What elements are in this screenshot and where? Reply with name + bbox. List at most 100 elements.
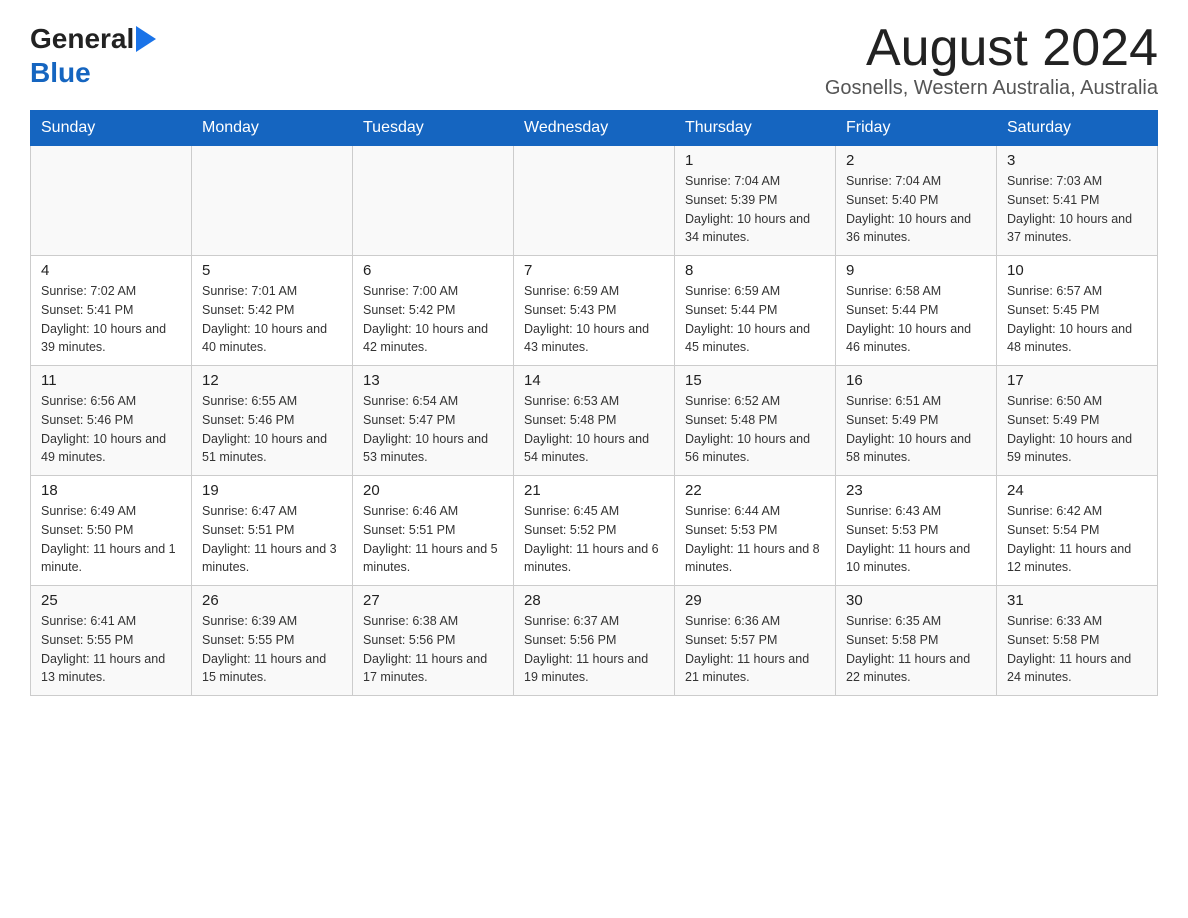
calendar-cell: 28 Sunrise: 6:37 AMSunset: 5:56 PMDayligh… — [514, 586, 675, 696]
sun-info: Sunrise: 7:02 AMSunset: 5:41 PMDaylight:… — [41, 282, 181, 357]
sun-info: Sunrise: 6:44 AMSunset: 5:53 PMDaylight:… — [685, 502, 825, 577]
calendar-week-row: 11 Sunrise: 6:56 AMSunset: 5:46 PMDayligh… — [31, 366, 1158, 476]
calendar-cell: 16 Sunrise: 6:51 AMSunset: 5:49 PMDayligh… — [836, 366, 997, 476]
sun-info: Sunrise: 7:04 AMSunset: 5:39 PMDaylight:… — [685, 172, 825, 247]
day-number: 6 — [363, 262, 503, 279]
sun-info: Sunrise: 7:00 AMSunset: 5:42 PMDaylight:… — [363, 282, 503, 357]
calendar-cell: 19 Sunrise: 6:47 AMSunset: 5:51 PMDayligh… — [192, 476, 353, 586]
day-number: 24 — [1007, 482, 1147, 499]
sun-info: Sunrise: 6:46 AMSunset: 5:51 PMDaylight:… — [363, 502, 503, 577]
day-number: 3 — [1007, 152, 1147, 169]
sun-info: Sunrise: 6:43 AMSunset: 5:53 PMDaylight:… — [846, 502, 986, 577]
day-number: 4 — [41, 262, 181, 279]
day-number: 9 — [846, 262, 986, 279]
calendar-cell: 7 Sunrise: 6:59 AMSunset: 5:43 PMDaylight… — [514, 256, 675, 366]
day-number: 8 — [685, 262, 825, 279]
calendar-week-row: 1Sunrise: 7:04 AMSunset: 5:39 PMDaylight… — [31, 146, 1158, 256]
sun-info: Sunrise: 6:57 AMSunset: 5:45 PMDaylight:… — [1007, 282, 1147, 357]
calendar-table: Sunday Monday Tuesday Wednesday Thursday… — [30, 110, 1158, 696]
day-number: 29 — [685, 592, 825, 609]
sun-info: Sunrise: 6:52 AMSunset: 5:48 PMDaylight:… — [685, 392, 825, 467]
calendar-cell: 4 Sunrise: 7:02 AMSunset: 5:41 PMDaylight… — [31, 256, 192, 366]
sun-info: Sunrise: 6:38 AMSunset: 5:56 PMDaylight:… — [363, 612, 503, 687]
calendar-week-row: 25 Sunrise: 6:41 AMSunset: 5:55 PMDayligh… — [31, 586, 1158, 696]
sun-info: Sunrise: 6:54 AMSunset: 5:47 PMDaylight:… — [363, 392, 503, 467]
sun-info: Sunrise: 6:58 AMSunset: 5:44 PMDaylight:… — [846, 282, 986, 357]
day-number: 28 — [524, 592, 664, 609]
calendar-cell: 11 Sunrise: 6:56 AMSunset: 5:46 PMDayligh… — [31, 366, 192, 476]
calendar-cell: 6 Sunrise: 7:00 AMSunset: 5:42 PMDaylight… — [353, 256, 514, 366]
calendar-cell: 15 Sunrise: 6:52 AMSunset: 5:48 PMDayligh… — [675, 366, 836, 476]
calendar-cell: 25 Sunrise: 6:41 AMSunset: 5:55 PMDayligh… — [31, 586, 192, 696]
sun-info: Sunrise: 6:39 AMSunset: 5:55 PMDaylight:… — [202, 612, 342, 687]
sun-info: Sunrise: 6:49 AMSunset: 5:50 PMDaylight:… — [41, 502, 181, 577]
day-number: 15 — [685, 372, 825, 389]
day-number: 12 — [202, 372, 342, 389]
calendar-cell — [353, 146, 514, 256]
sun-info: Sunrise: 6:47 AMSunset: 5:51 PMDaylight:… — [202, 502, 342, 577]
sun-info: Sunrise: 6:41 AMSunset: 5:55 PMDaylight:… — [41, 612, 181, 687]
calendar-cell: 22 Sunrise: 6:44 AMSunset: 5:53 PMDayligh… — [675, 476, 836, 586]
calendar-cell: 18 Sunrise: 6:49 AMSunset: 5:50 PMDayligh… — [31, 476, 192, 586]
sun-info: Sunrise: 6:36 AMSunset: 5:57 PMDaylight:… — [685, 612, 825, 687]
day-number: 17 — [1007, 372, 1147, 389]
calendar-cell: 24 Sunrise: 6:42 AMSunset: 5:54 PMDayligh… — [997, 476, 1158, 586]
day-number: 20 — [363, 482, 503, 499]
calendar-cell: 8Sunrise: 6:59 AMSunset: 5:44 PMDaylight… — [675, 256, 836, 366]
col-tuesday: Tuesday — [353, 111, 514, 146]
day-number: 16 — [846, 372, 986, 389]
day-number: 22 — [685, 482, 825, 499]
day-number: 18 — [41, 482, 181, 499]
col-thursday: Thursday — [675, 111, 836, 146]
day-number: 27 — [363, 592, 503, 609]
day-number: 11 — [41, 372, 181, 389]
calendar-cell: 23 Sunrise: 6:43 AMSunset: 5:53 PMDayligh… — [836, 476, 997, 586]
day-number: 10 — [1007, 262, 1147, 279]
col-saturday: Saturday — [997, 111, 1158, 146]
calendar-week-row: 18 Sunrise: 6:49 AMSunset: 5:50 PMDayligh… — [31, 476, 1158, 586]
sun-info: Sunrise: 7:04 AMSunset: 5:40 PMDaylight:… — [846, 172, 986, 247]
day-number: 14 — [524, 372, 664, 389]
calendar-cell: 13Sunrise: 6:54 AMSunset: 5:47 PMDayligh… — [353, 366, 514, 476]
day-number: 25 — [41, 592, 181, 609]
calendar-cell — [192, 146, 353, 256]
calendar-cell: 17 Sunrise: 6:50 AMSunset: 5:49 PMDayligh… — [997, 366, 1158, 476]
sun-info: Sunrise: 6:45 AMSunset: 5:52 PMDaylight:… — [524, 502, 664, 577]
sun-info: Sunrise: 7:03 AMSunset: 5:41 PMDaylight:… — [1007, 172, 1147, 247]
sun-info: Sunrise: 6:59 AMSunset: 5:43 PMDaylight:… — [524, 282, 664, 357]
page-subtitle: Gosnells, Western Australia, Australia — [825, 77, 1158, 100]
day-number: 26 — [202, 592, 342, 609]
sun-info: Sunrise: 6:55 AMSunset: 5:46 PMDaylight:… — [202, 392, 342, 467]
page-header: General Blue August 2024 Gosnells, Weste… — [30, 20, 1158, 100]
sun-info: Sunrise: 6:53 AMSunset: 5:48 PMDaylight:… — [524, 392, 664, 467]
day-number: 19 — [202, 482, 342, 499]
calendar-cell — [514, 146, 675, 256]
calendar-cell: 30 Sunrise: 6:35 AMSunset: 5:58 PMDayligh… — [836, 586, 997, 696]
title-block: August 2024 Gosnells, Western Australia,… — [825, 20, 1158, 100]
sun-info: Sunrise: 6:42 AMSunset: 5:54 PMDaylight:… — [1007, 502, 1147, 577]
day-number: 31 — [1007, 592, 1147, 609]
day-number: 2 — [846, 152, 986, 169]
day-number: 23 — [846, 482, 986, 499]
page-title: August 2024 — [825, 20, 1158, 77]
calendar-cell: 5Sunrise: 7:01 AMSunset: 5:42 PMDaylight… — [192, 256, 353, 366]
col-sunday: Sunday — [31, 111, 192, 146]
day-number: 5 — [202, 262, 342, 279]
calendar-cell: 9 Sunrise: 6:58 AMSunset: 5:44 PMDaylight… — [836, 256, 997, 366]
col-wednesday: Wednesday — [514, 111, 675, 146]
calendar-cell: 21 Sunrise: 6:45 AMSunset: 5:52 PMDayligh… — [514, 476, 675, 586]
logo-blue: Blue — [30, 57, 91, 88]
sun-info: Sunrise: 6:33 AMSunset: 5:58 PMDaylight:… — [1007, 612, 1147, 687]
col-monday: Monday — [192, 111, 353, 146]
day-number: 21 — [524, 482, 664, 499]
sun-info: Sunrise: 6:51 AMSunset: 5:49 PMDaylight:… — [846, 392, 986, 467]
day-number: 30 — [846, 592, 986, 609]
calendar-cell: 20 Sunrise: 6:46 AMSunset: 5:51 PMDayligh… — [353, 476, 514, 586]
calendar-cell: 26 Sunrise: 6:39 AMSunset: 5:55 PMDayligh… — [192, 586, 353, 696]
day-number: 7 — [524, 262, 664, 279]
sun-info: Sunrise: 6:37 AMSunset: 5:56 PMDaylight:… — [524, 612, 664, 687]
calendar-week-row: 4 Sunrise: 7:02 AMSunset: 5:41 PMDaylight… — [31, 256, 1158, 366]
sun-info: Sunrise: 6:50 AMSunset: 5:49 PMDaylight:… — [1007, 392, 1147, 467]
sun-info: Sunrise: 6:56 AMSunset: 5:46 PMDaylight:… — [41, 392, 181, 467]
sun-info: Sunrise: 6:35 AMSunset: 5:58 PMDaylight:… — [846, 612, 986, 687]
